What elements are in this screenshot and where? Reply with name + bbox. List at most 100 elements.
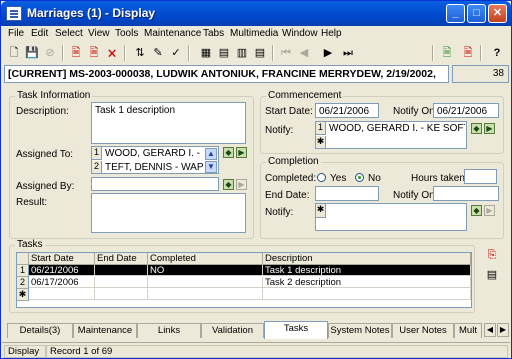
copy-record-icon[interactable]: 🗎 — [68, 45, 84, 61]
assigned-by-label: Assigned By: — [16, 181, 75, 192]
copy-record-icon[interactable]: 🗎 — [86, 45, 102, 61]
result-label: Result: — [16, 197, 48, 208]
tab-maintenance[interactable]: Maintenance — [73, 323, 137, 338]
tab-system-notes[interactable]: System Notes — [328, 323, 392, 338]
notify-on-field[interactable]: 06/21/2006 — [433, 103, 499, 118]
lookup-icon[interactable]: ◆ — [223, 147, 234, 158]
completed-no-radio[interactable] — [355, 173, 364, 182]
chevron-down-icon[interactable]: ▼ — [205, 161, 217, 173]
lookup-icon[interactable]: ◆ — [471, 123, 482, 134]
menu-file[interactable]: File — [8, 28, 24, 39]
completed-yes-radio[interactable] — [317, 173, 326, 182]
tab-details[interactable]: Details(3) — [7, 323, 73, 338]
lookup-icon[interactable]: ◆ — [223, 179, 234, 190]
save-icon[interactable]: 💾 — [24, 45, 40, 61]
start-date-field[interactable]: 06/21/2006 — [315, 103, 379, 118]
commencement-notify-list[interactable]: 1 WOOD, GERARD I. - KE SOFTWA. ✱ — [315, 121, 467, 149]
edit-icon[interactable]: ✎ — [150, 45, 166, 61]
tab-scroll-left-icon[interactable]: ◀ — [484, 323, 496, 337]
cancel-icon[interactable]: ⊘ — [42, 45, 58, 61]
completion-notify-list[interactable]: ✱ — [315, 203, 467, 231]
column-header-completed[interactable]: Completed — [148, 253, 263, 265]
result-field[interactable] — [91, 193, 246, 233]
menu-help[interactable]: Help — [321, 28, 342, 39]
menu-multimedia[interactable]: Multimedia — [230, 28, 278, 39]
tab-strip: Details(3) Maintenance Links Validation … — [4, 321, 482, 339]
description-field[interactable]: Task 1 description — [91, 102, 246, 144]
menu-tabs[interactable]: Tabs — [203, 28, 224, 39]
task-start-date-cell[interactable]: 06/17/2006 — [29, 277, 95, 288]
end-date-field[interactable] — [315, 186, 379, 201]
task-completed-cell[interactable]: NO — [148, 265, 263, 276]
task-description-cell[interactable]: Task 2 description — [263, 277, 471, 288]
attach-icon[interactable]: ⎘ — [485, 248, 499, 262]
assigned-to-item[interactable]: TEFT, DENNIS - WAPPN — [105, 162, 203, 173]
tab-validation[interactable]: Validation — [201, 323, 264, 338]
spell-icon[interactable]: ✓ — [168, 45, 184, 61]
tab-links[interactable]: Links — [137, 323, 201, 338]
task-description-cell[interactable]: Task 1 description — [263, 265, 471, 276]
new-icon[interactable]: 🗋 — [6, 45, 22, 61]
open-record-icon[interactable]: ▶ — [236, 179, 247, 190]
completed-no-label: No — [368, 173, 381, 184]
lookup-icon[interactable]: ◆ — [471, 205, 482, 216]
scroll-up-icon[interactable]: ▲ — [205, 148, 217, 160]
task-end-date-cell[interactable] — [95, 277, 148, 288]
menu-tools[interactable]: Tools — [115, 28, 138, 39]
app-window: Marriages (1) - Display _ □ ✕ File Edit … — [0, 0, 512, 359]
title-bar[interactable]: Marriages (1) - Display _ □ ✕ — [1, 1, 511, 26]
first-icon[interactable]: ⏮ — [278, 45, 294, 61]
row-header: 2 — [17, 277, 29, 289]
hours-taken-field[interactable] — [464, 169, 497, 184]
task-completed-cell[interactable] — [148, 289, 263, 300]
tab-scroll-right-icon[interactable]: ▶ — [497, 323, 509, 337]
menu-view[interactable]: View — [88, 28, 110, 39]
open-record-icon[interactable]: ▶ — [236, 147, 247, 158]
column-header-description[interactable]: Description — [263, 253, 471, 265]
last-icon[interactable]: ⏭ — [340, 45, 356, 61]
export-icon[interactable]: 🗎 — [460, 45, 476, 61]
toolbar-separator — [188, 45, 190, 61]
assigned-to-list[interactable]: 1 WOOD, GERARD I. - KE 2 TEFT, DENNIS - … — [91, 146, 219, 174]
assigned-to-item[interactable]: WOOD, GERARD I. - KE — [105, 148, 203, 159]
column-header-end-date[interactable]: End Date — [95, 253, 148, 265]
document-icon[interactable]: 🗎 — [439, 45, 455, 61]
prev-icon[interactable]: ◀ — [296, 45, 312, 61]
tasks-grid[interactable]: Start Date End Date Completed Descriptio… — [16, 252, 472, 308]
maximize-button[interactable]: □ — [467, 4, 486, 23]
notify-item[interactable]: WOOD, GERARD I. - KE SOFTWA. — [329, 123, 465, 134]
end-date-label: End Date: — [265, 190, 310, 201]
menu-window[interactable]: Window — [282, 28, 318, 39]
task-end-date-cell[interactable] — [95, 289, 148, 300]
new-row-marker: ✱ — [17, 289, 29, 301]
menu-maintenance[interactable]: Maintenance — [144, 28, 201, 39]
task-completed-cell[interactable] — [148, 277, 263, 288]
task-start-date-cell[interactable] — [29, 289, 95, 300]
app-icon[interactable] — [6, 6, 22, 21]
assigned-by-field[interactable] — [91, 177, 219, 191]
grid-view-icon[interactable]: ▦ — [198, 45, 214, 61]
menu-select[interactable]: Select — [55, 28, 83, 39]
close-button[interactable]: ✕ — [488, 4, 507, 23]
notes-icon[interactable]: ▤ — [485, 268, 499, 282]
completion-notify-on-field[interactable] — [433, 186, 499, 201]
sort-icon[interactable]: ⇅ — [132, 45, 148, 61]
list-view-icon[interactable]: ▤ — [252, 45, 268, 61]
open-record-icon[interactable]: ▶ — [484, 205, 495, 216]
open-record-icon[interactable]: ▶ — [484, 123, 495, 134]
tab-tasks[interactable]: Tasks — [264, 321, 328, 339]
next-icon[interactable]: ▶ — [320, 45, 336, 61]
tab-multimedia[interactable]: Mult — [454, 323, 482, 338]
minimize-button[interactable]: _ — [446, 4, 465, 23]
task-end-date-cell[interactable] — [95, 265, 148, 276]
help-icon[interactable]: ? — [489, 45, 505, 61]
task-description-cell[interactable] — [263, 289, 471, 300]
tab-user-notes[interactable]: User Notes — [392, 323, 454, 338]
menu-bar: File Edit Select View Tools Maintenance … — [2, 26, 510, 42]
menu-edit[interactable]: Edit — [31, 28, 48, 39]
task-start-date-cell[interactable]: 06/21/2006 — [29, 265, 95, 276]
column-header-start-date[interactable]: Start Date — [29, 253, 95, 265]
form-view-icon[interactable]: ▤ — [216, 45, 232, 61]
delete-icon[interactable]: 🗙 — [104, 45, 120, 61]
list-view-icon[interactable]: ▥ — [234, 45, 250, 61]
